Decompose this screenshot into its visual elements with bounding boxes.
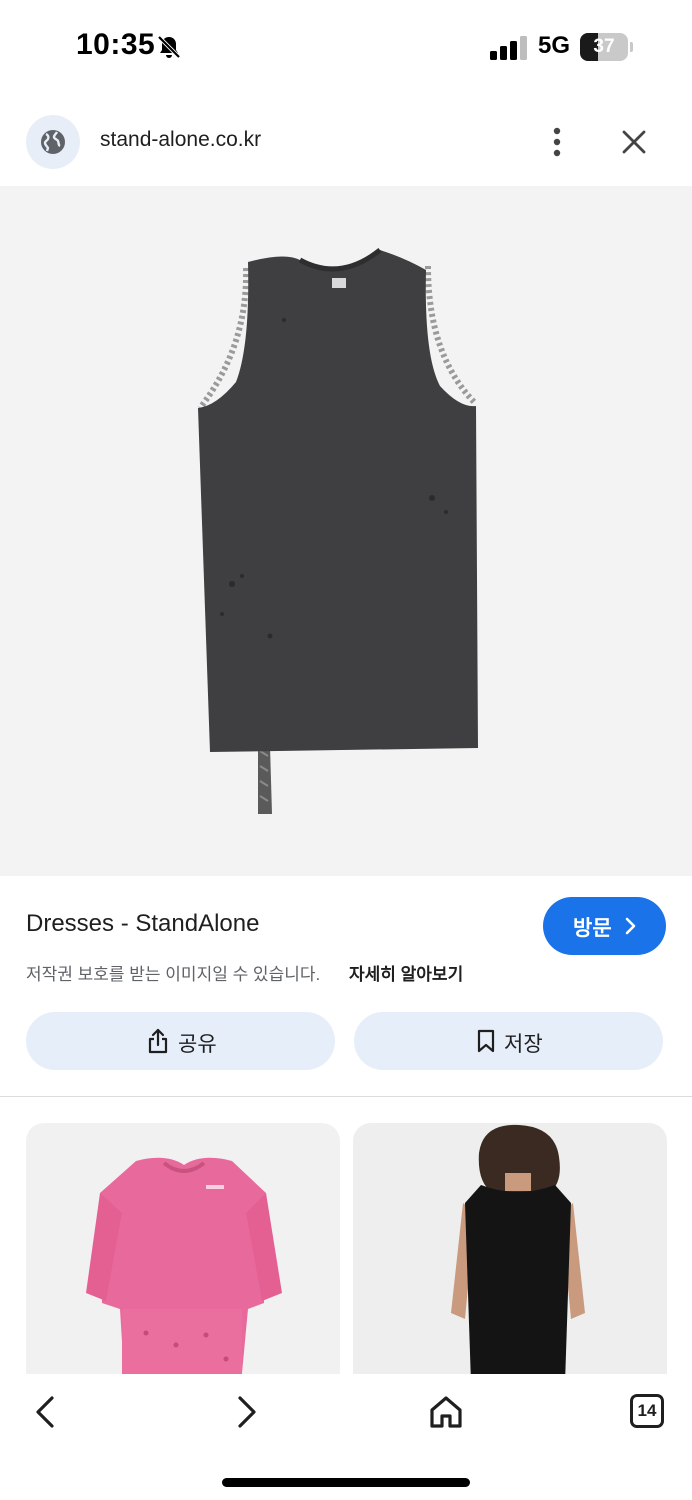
result-title: Dresses - StandAlone: [26, 910, 260, 937]
back-icon[interactable]: [26, 1392, 66, 1432]
pink-dress-image: [86, 1157, 282, 1379]
tab-count: 14: [637, 1401, 657, 1420]
battery-icon: 37: [580, 33, 633, 61]
visit-label: 방문: [573, 917, 612, 940]
chevron-right-icon: [625, 917, 636, 935]
status-time: 10:35: [76, 28, 156, 61]
network-type: 5G: [538, 32, 571, 59]
divider: [0, 1096, 692, 1097]
globe-icon: [41, 130, 65, 154]
tabs-icon[interactable]: 14: [630, 1394, 664, 1428]
site-info-button[interactable]: [26, 115, 80, 169]
signal-icon: [490, 36, 527, 60]
share-label: 공유: [178, 1033, 217, 1056]
home-indicator[interactable]: [222, 1478, 470, 1487]
status-bar: 10:35 5G 37: [0, 0, 692, 96]
related-image-black-dress[interactable]: [353, 1123, 667, 1383]
related-image-pink-dress[interactable]: [26, 1123, 340, 1383]
bookmark-icon: [477, 1029, 495, 1053]
learn-more-link[interactable]: 자세히 알아보기: [349, 960, 463, 985]
visit-button[interactable]: 방문: [543, 897, 666, 955]
forward-icon[interactable]: [226, 1392, 266, 1432]
close-icon[interactable]: [616, 124, 652, 160]
black-dress-image: [451, 1124, 585, 1383]
url-bar: stand-alone.co.kr: [0, 108, 692, 180]
save-label: 저장: [504, 1033, 543, 1056]
dress-image: [197, 248, 479, 814]
more-vert-icon[interactable]: [540, 122, 574, 162]
hero-image[interactable]: [0, 186, 692, 876]
url-text[interactable]: stand-alone.co.kr: [100, 128, 261, 152]
bell-slash-icon: [157, 35, 181, 59]
copyright-notice: 저작권 보호를 받는 이미지일 수 있습니다.: [26, 965, 321, 984]
share-icon: [148, 1028, 168, 1054]
home-icon[interactable]: [426, 1392, 466, 1432]
battery-percent: 37: [593, 36, 615, 57]
share-button[interactable]: 공유: [26, 1012, 335, 1070]
save-button[interactable]: 저장: [354, 1012, 663, 1070]
